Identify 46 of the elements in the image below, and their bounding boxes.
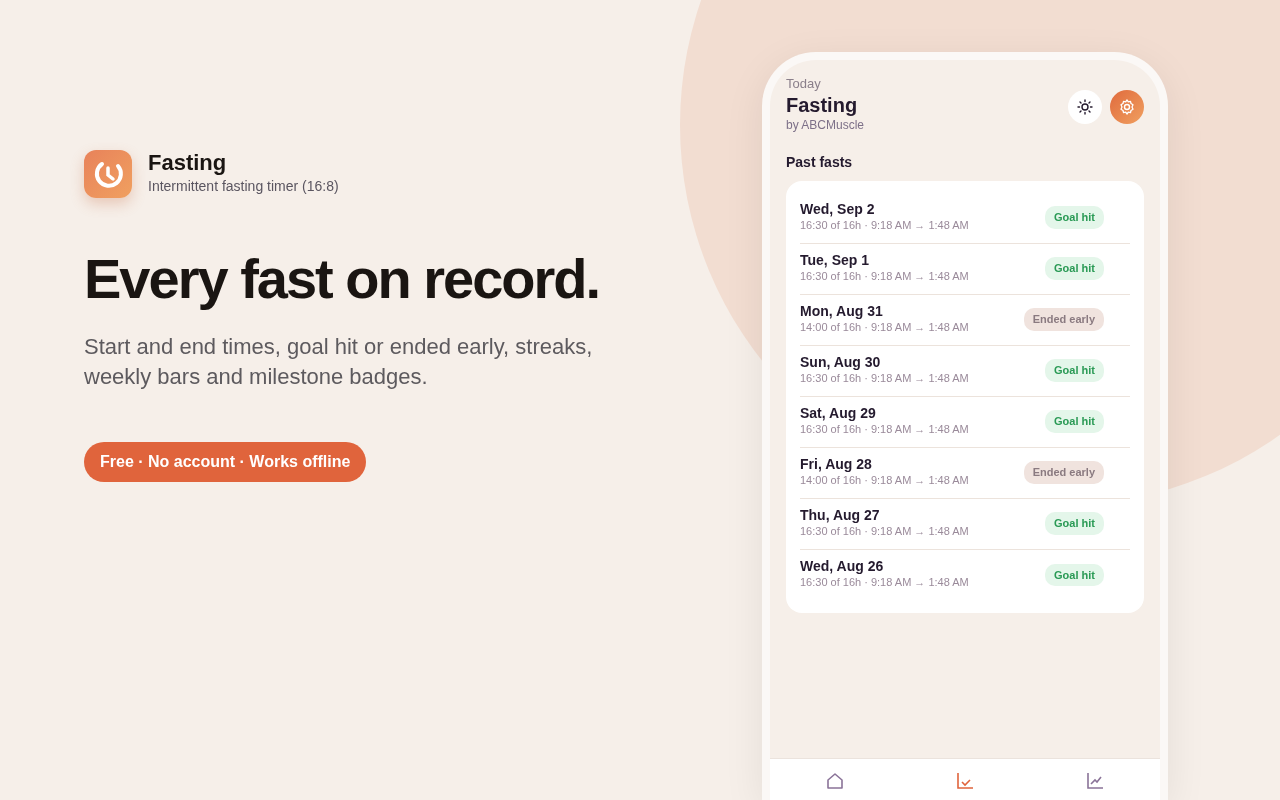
status-badge: Goal hit xyxy=(1045,410,1104,433)
fast-row[interactable]: Tue, Sep 1 16:30 of 16h · 9:18 AM → 1:48 AM Goal hit xyxy=(800,243,1130,295)
fast-detail: 16:30 of 16h · 9:18 AM → 1:48 AM xyxy=(800,523,969,539)
fast-row[interactable]: Mon, Aug 31 14:00 of 16h · 9:18 AM → 1:48 AM Ended early xyxy=(800,294,1130,346)
section-title: Past fasts xyxy=(786,152,854,172)
settings-icon xyxy=(1118,98,1136,116)
headline: Every fast on record. xyxy=(84,248,601,310)
status-badge: Goal hit xyxy=(1045,206,1104,229)
fast-detail: 16:30 of 16h · 9:18 AM → 1:48 AM xyxy=(800,421,969,437)
fast-date: Wed, Sep 2 xyxy=(800,201,876,217)
app-name: Fasting xyxy=(148,151,228,176)
description: Start and end times, goal hit or ended early, streaks, weekly bars and milestone badges. xyxy=(84,332,594,391)
fast-row[interactable]: Wed, Aug 26 16:30 of 16h · 9:18 AM → 1:48 AM Goal hit xyxy=(800,549,1130,601)
fast-date: Tue, Sep 1 xyxy=(800,252,870,268)
fast-date: Mon, Aug 31 xyxy=(800,303,884,319)
app-subtitle: Intermittent fasting timer (16:8) xyxy=(148,176,339,196)
fast-row[interactable]: Fri, Aug 28 14:00 of 16h · 9:18 AM → 1:48 AM Ended early xyxy=(800,447,1130,499)
status-badge: Goal hit xyxy=(1045,359,1104,382)
fast-detail: 14:00 of 16h · 9:18 AM → 1:48 AM xyxy=(800,319,969,335)
overline: Today xyxy=(786,75,822,93)
fast-row[interactable]: Wed, Sep 2 16:30 of 16h · 9:18 AM → 1:48 AM Goal hit xyxy=(800,192,1130,244)
fast-detail: 14:00 of 16h · 9:18 AM → 1:48 AM xyxy=(800,472,969,488)
fast-detail: 16:30 of 16h · 9:18 AM → 1:48 AM xyxy=(800,217,969,233)
fast-date: Thu, Aug 27 xyxy=(800,507,881,523)
fast-detail: 16:30 of 16h · 9:18 AM → 1:48 AM xyxy=(800,370,969,386)
fast-date: Fri, Aug 28 xyxy=(800,456,873,472)
fast-date: Sun, Aug 30 xyxy=(800,354,882,370)
status-badge: Ended early xyxy=(1023,461,1104,484)
fast-row[interactable]: Thu, Aug 27 16:30 of 16h · 9:18 AM → 1:48 AM Goal hit xyxy=(800,498,1130,550)
status-badge: Goal hit xyxy=(1045,563,1104,587)
byline: by ABCMuscle xyxy=(786,116,865,134)
status-badge: Goal hit xyxy=(1045,257,1104,280)
sun-icon xyxy=(1077,99,1093,115)
screen-title: Fasting xyxy=(786,93,859,116)
fast-row[interactable]: Sat, Aug 29 16:30 of 16h · 9:18 AM → 1:48 AM Goal hit xyxy=(800,396,1130,448)
fast-date: Wed, Aug 26 xyxy=(800,559,885,575)
settings-button[interactable] xyxy=(1110,90,1144,124)
status-badge: Ended early xyxy=(1023,308,1104,331)
feature-tag: Free · No account · Works offline xyxy=(84,441,367,482)
fast-detail: 16:30 of 16h · 9:18 AM → 1:48 AM xyxy=(800,575,969,591)
fast-date: Sat, Aug 29 xyxy=(800,405,877,421)
fast-row[interactable]: Sun, Aug 30 16:30 of 16h · 9:18 AM → 1:48 AM Goal hit xyxy=(800,345,1130,397)
fast-detail: 16:30 of 16h · 9:18 AM → 1:48 AM xyxy=(800,268,969,284)
app-icon xyxy=(84,150,132,198)
status-badge: Goal hit xyxy=(1045,512,1104,535)
theme-toggle-button[interactable] xyxy=(1068,90,1102,124)
